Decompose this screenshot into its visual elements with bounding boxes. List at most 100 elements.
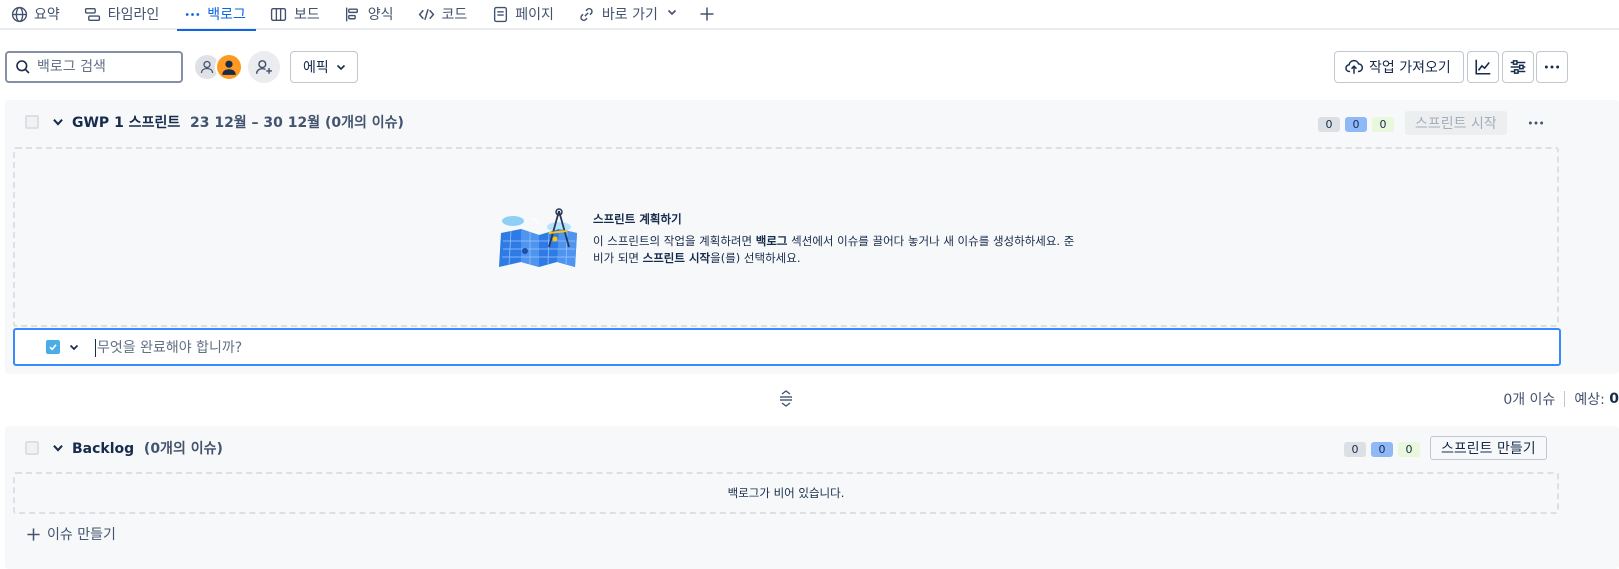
- section-resize-handle[interactable]: [777, 388, 795, 408]
- more-actions-button[interactable]: [1536, 51, 1568, 83]
- timeline-icon: [84, 5, 102, 23]
- planning-map-illustration: [497, 207, 581, 271]
- user-icon: [200, 60, 214, 74]
- tab-label: 타임라인: [107, 7, 160, 23]
- chevron-down-icon: [69, 344, 79, 351]
- empty-backlog-text: 백로그가 비어 있습니다.: [727, 486, 845, 500]
- assignee-filter: [193, 53, 243, 81]
- project-tabs: 요약 타임라인 백로그 보드 양식 코드 페이지 바로 가기: [0, 0, 1619, 31]
- done-count-badge: 0: [1398, 442, 1420, 457]
- import-work-button[interactable]: 작업 가져오기: [1334, 51, 1464, 83]
- tab-form[interactable]: 양식: [344, 0, 404, 28]
- page-icon: [491, 5, 509, 23]
- backlog-name: Backlog: [72, 441, 135, 457]
- sprint-select-checkbox[interactable]: [25, 115, 39, 129]
- backlog-toolbar: 에픽 작업 가져오기: [0, 44, 1619, 90]
- backlog-select-checkbox[interactable]: [25, 441, 39, 455]
- create-issue-button[interactable]: 이슈 만들기: [25, 523, 116, 545]
- tab-board[interactable]: 보드: [270, 0, 330, 28]
- add-tab-button[interactable]: [696, 3, 718, 25]
- issue-count: 0개 이슈: [1503, 392, 1556, 408]
- text-caret: [95, 339, 96, 357]
- sprint-section: GWP 1 스프린트 23 12월 – 30 12월 (0개의 이슈) 0 0 …: [5, 100, 1619, 374]
- tab-pages[interactable]: 페이지: [491, 0, 564, 28]
- search-icon: [15, 59, 31, 75]
- sprint-title[interactable]: GWP 1 스프린트 23 12월 – 30 12월 (0개의 이슈): [72, 112, 404, 132]
- tab-label: 양식: [367, 7, 394, 23]
- insights-button[interactable]: [1467, 51, 1499, 83]
- tab-summary[interactable]: 요약: [10, 0, 70, 28]
- in-progress-count-badge: 0: [1345, 117, 1367, 132]
- search-input[interactable]: [37, 59, 167, 75]
- empty-sprint-title: 스프린트 계획하기: [593, 212, 682, 226]
- plus-icon: [25, 526, 41, 542]
- tab-shortcuts[interactable]: 바로 가기: [578, 0, 688, 28]
- epic-filter-label: 에픽: [303, 60, 329, 76]
- issue-type-chevron[interactable]: [67, 340, 81, 354]
- sprint-meta: 23 12월 – 30 12월 (0개의 이슈): [189, 115, 404, 131]
- settings-sliders-icon: [1510, 60, 1526, 74]
- create-sprint-button[interactable]: 스프린트 만들기: [1430, 436, 1547, 460]
- tab-label: 요약: [34, 7, 60, 23]
- collapse-backlog-button[interactable]: [50, 440, 66, 456]
- more-dots-icon: [1544, 65, 1560, 69]
- chevron-down-icon: [666, 6, 678, 22]
- add-user-icon: [255, 60, 272, 74]
- create-issue-inline[interactable]: [13, 328, 1561, 366]
- sprint-name: GWP 1 스프린트: [72, 115, 181, 131]
- empty-text-part: 이 스프린트의 작업을 계획하려면: [593, 234, 756, 248]
- add-people-button[interactable]: [248, 51, 280, 83]
- tab-backlog[interactable]: 백로그: [177, 0, 256, 31]
- chevron-down-icon: [335, 61, 347, 73]
- estimate-label: 예상:: [1574, 392, 1605, 408]
- empty-sprint-description: 이 스프린트의 작업을 계획하려면 백로그 섹션에서 이슈를 끌어다 놓거나 새…: [593, 233, 1083, 267]
- done-count-badge: 0: [1372, 117, 1394, 132]
- chevron-down-icon: [53, 118, 63, 126]
- view-settings-button[interactable]: [1502, 51, 1534, 83]
- plus-icon: [700, 7, 714, 21]
- form-icon: [344, 5, 362, 23]
- empty-text-bold: 백로그: [755, 234, 788, 248]
- link-icon: [578, 5, 596, 23]
- sprint-summary: 0개 이슈 예상: 0: [1503, 389, 1619, 409]
- backlog-section: Backlog (0개의 이슈) 0 0 0 스프린트 만들기 백로그가 비어 …: [5, 426, 1619, 569]
- globe-icon: [10, 5, 28, 23]
- collapse-sprint-button[interactable]: [50, 114, 66, 130]
- start-sprint-button[interactable]: 스프린트 시작: [1405, 111, 1507, 135]
- drag-handle-icon: [780, 390, 792, 407]
- todo-count-badge: 0: [1318, 117, 1340, 132]
- backlog-status-counts: 0 0 0: [1344, 442, 1420, 457]
- backlog-meta: (0개의 이슈): [143, 441, 223, 457]
- epic-filter-button[interactable]: 에픽: [290, 51, 358, 83]
- empty-text-part: 을(를) 선택하세요.: [710, 251, 801, 265]
- chevron-down-icon: [53, 444, 63, 452]
- create-issue-label: 이슈 만들기: [47, 527, 116, 543]
- sprint-status-counts: 0 0 0: [1318, 117, 1394, 132]
- more-dots-icon: [183, 5, 201, 23]
- board-icon: [270, 5, 288, 23]
- estimate-value: 0: [1609, 391, 1619, 407]
- line-chart-icon: [1475, 59, 1491, 75]
- avatar-user[interactable]: [215, 53, 243, 81]
- user-avatar-icon: [222, 60, 236, 75]
- tab-code[interactable]: 코드: [417, 0, 477, 28]
- tab-label: 백로그: [207, 7, 246, 23]
- import-work-label: 작업 가져오기: [1369, 60, 1451, 76]
- tab-label: 바로 가기: [601, 7, 658, 23]
- task-type-icon[interactable]: [46, 340, 60, 354]
- sprint-dropzone[interactable]: 스프린트 계획하기 이 스프린트의 작업을 계획하려면 백로그 섹션에서 이슈를…: [13, 147, 1559, 327]
- backlog-header: Backlog (0개의 이슈) 0 0 0 스프린트 만들기: [5, 426, 1619, 470]
- more-dots-icon: [1528, 121, 1544, 125]
- empty-text-bold: 스프린트 시작: [642, 251, 711, 265]
- code-icon: [417, 5, 435, 23]
- tab-label: 보드: [293, 7, 320, 23]
- sprint-more-button[interactable]: [1522, 111, 1550, 135]
- backlog-dropzone[interactable]: 백로그가 비어 있습니다.: [13, 472, 1559, 514]
- cloud-upload-icon: [1345, 58, 1363, 76]
- tab-timeline[interactable]: 타임라인: [84, 0, 170, 28]
- tab-label: 페이지: [515, 7, 554, 23]
- search-box[interactable]: [5, 51, 183, 83]
- todo-count-badge: 0: [1344, 442, 1366, 457]
- issue-summary-input[interactable]: [97, 338, 1497, 358]
- backlog-title[interactable]: Backlog (0개의 이슈): [72, 438, 223, 458]
